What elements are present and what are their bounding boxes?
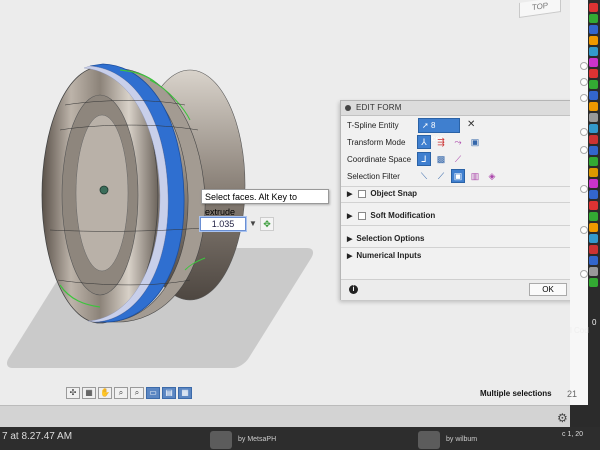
distance-input[interactable]: 1.035 — [199, 216, 247, 232]
axis-move-icon[interactable]: ✥ — [260, 217, 274, 231]
local-space-icon[interactable]: ⟋ — [451, 152, 465, 166]
collapse-icon[interactable] — [345, 105, 351, 111]
expand-triangle-icon: ▶ — [347, 213, 353, 220]
numerical-inputs-label: Numerical Inputs — [356, 251, 422, 260]
pan-icon[interactable]: ✋ — [98, 387, 112, 399]
thumbnail-author: by MetsaPH — [238, 436, 277, 443]
body-filter-icon[interactable]: ▥ — [468, 169, 482, 183]
radio-slot[interactable] — [580, 62, 588, 70]
sidebar-code-text: l Cod — [570, 326, 589, 335]
right-sidebar-panel — [570, 0, 588, 405]
object-snap-section[interactable]: ▶ Object Snap — [347, 187, 417, 201]
bottom-toolbar — [0, 405, 570, 428]
orbit-icon[interactable]: ✣ — [66, 387, 80, 399]
rotate-icon[interactable]: ⤳ — [451, 135, 465, 149]
thumbnail-avatar[interactable] — [210, 431, 232, 449]
coordinate-space-label: Coordinate Space — [347, 155, 412, 164]
translate-icon[interactable]: ⇶ — [434, 135, 448, 149]
selection-status: Multiple selections — [480, 389, 552, 398]
thumbnail-avatar[interactable] — [418, 431, 440, 449]
selection-filter-label: Selection Filter — [347, 172, 400, 181]
selection-options-section[interactable]: ▶ Selection Options — [347, 232, 424, 246]
chevron-down-icon[interactable]: ▼ — [249, 219, 257, 228]
taskbar-date: c 1, 20 — [562, 431, 584, 438]
selection-tooltip: Select faces. Alt Key to extrude — [201, 189, 329, 217]
vertex-filter-icon[interactable]: ⟍ — [417, 169, 431, 183]
edge-filter-icon[interactable]: ⟋ — [434, 169, 448, 183]
view-space-icon[interactable]: ▩ — [434, 152, 448, 166]
sidebar-num-text: 0 — [592, 318, 597, 327]
faces-selection-button[interactable]: ➚ 8 Faces — [418, 118, 460, 143]
app-icon-strip — [588, 0, 600, 323]
divider — [341, 202, 599, 203]
gear-icon[interactable]: ⚙ — [557, 411, 568, 425]
scale-icon[interactable]: ▣ — [468, 135, 482, 149]
all-filter-icon[interactable]: ◈ — [485, 169, 499, 183]
info-icon[interactable]: i — [349, 285, 358, 294]
radio-slot[interactable] — [580, 128, 588, 136]
clear-selection-icon[interactable]: ✕ — [467, 119, 475, 130]
transform-mode-icons: ⅄ ⇶ ⤳ ▣ — [417, 135, 482, 151]
value-manipulator[interactable]: 1.035 ▼ ✥ — [199, 216, 280, 232]
expand-triangle-icon: ▶ — [347, 236, 353, 243]
partial-number: 21 — [567, 389, 578, 399]
radio-slot[interactable] — [580, 146, 588, 154]
edit-form-header[interactable]: EDIT FORM — [341, 101, 599, 116]
soft-modification-section[interactable]: ▶ Soft Modification — [347, 209, 435, 223]
center-marker-icon — [99, 185, 109, 195]
expand-triangle-icon: ▶ — [347, 253, 353, 260]
edit-form-title: EDIT FORM — [356, 103, 402, 112]
edit-form-dialog: EDIT FORM T-Spline Entity ➚ 8 Faces ✕ Tr… — [340, 100, 600, 300]
soft-modification-checkbox[interactable] — [358, 211, 367, 220]
multi-transform-icon[interactable]: ⅄ — [417, 135, 431, 149]
radio-slot[interactable] — [580, 78, 588, 86]
radio-slot[interactable] — [580, 226, 588, 234]
display-settings-icon[interactable]: ▭ — [146, 387, 160, 399]
navigation-bar: ✣ ▦ ✋ ⌕ ⌕ ▭ ▤ ▦ — [66, 387, 192, 401]
thumbnail-author: by wilbum — [446, 436, 478, 443]
object-snap-label: Object Snap — [370, 189, 418, 198]
ok-button[interactable]: OK — [529, 283, 567, 296]
selection-options-label: Selection Options — [356, 234, 425, 243]
tspline-label: T-Spline Entity — [347, 121, 399, 130]
fit-icon[interactable]: ⌕ — [130, 387, 144, 399]
numerical-inputs-section[interactable]: ▶ Numerical Inputs — [347, 249, 421, 263]
radio-slot[interactable] — [580, 94, 588, 102]
face-filter-icon[interactable]: ▣ — [451, 169, 465, 183]
look-at-icon[interactable]: ▦ — [82, 387, 96, 399]
coordinate-space-icons: ⅃ ▩ ⟋ — [417, 152, 465, 168]
world-space-icon[interactable]: ⅃ — [417, 152, 431, 166]
divider — [341, 225, 599, 226]
expand-triangle-icon: ▶ — [347, 191, 353, 198]
dialog-footer: i OK Ca — [341, 279, 600, 300]
visual-style-icon[interactable]: ▤ — [162, 387, 176, 399]
radio-slot[interactable] — [580, 185, 588, 193]
selection-filter-icons: ⟍ ⟋ ▣ ▥ ◈ — [417, 169, 499, 185]
radio-slot[interactable] — [580, 270, 588, 278]
taskbar-time: 7 at 8.27.47 AM — [2, 431, 73, 442]
divider — [341, 247, 599, 248]
zoom-icon[interactable]: ⌕ — [114, 387, 128, 399]
object-snap-checkbox[interactable] — [358, 189, 367, 198]
soft-modification-label: Soft Modification — [370, 211, 436, 220]
transform-mode-label: Transform Mode — [347, 138, 406, 147]
taskbar — [0, 427, 600, 450]
grid-icon[interactable]: ▦ — [178, 387, 192, 399]
